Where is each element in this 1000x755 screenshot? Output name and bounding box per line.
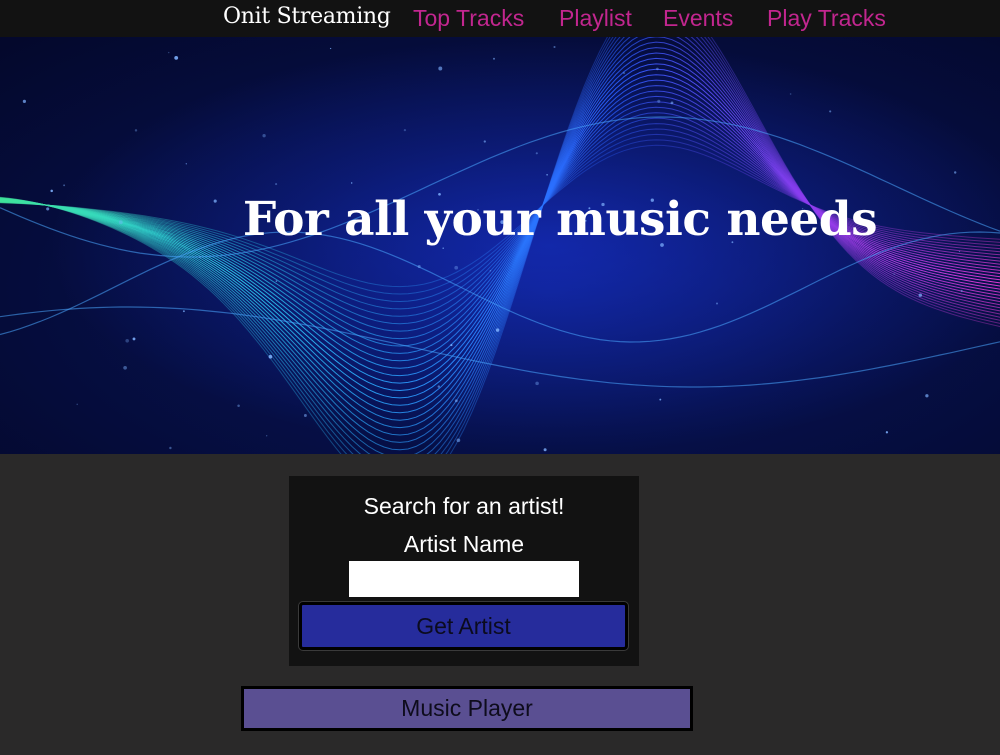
sparkle-dot (622, 71, 626, 75)
sparkle-dot (546, 173, 548, 176)
sparkle-dot (303, 414, 307, 417)
sparkle-dot (417, 264, 421, 269)
sparkle-dot (237, 404, 240, 407)
sparkle-dot (199, 255, 202, 259)
sparkle-dot (266, 435, 268, 437)
hero-title: For all your music needs (242, 192, 878, 247)
sparkle-dot (22, 99, 26, 103)
sparkle-dot (132, 337, 136, 341)
sparkle-dot (456, 438, 461, 443)
search-heading: Search for an artist! (363, 493, 565, 519)
sparkle-dot (438, 66, 443, 71)
nav-link-events[interactable]: Events (663, 5, 733, 32)
nav-link-play-tracks[interactable]: Play Tracks (767, 5, 886, 32)
sparkle-dot (403, 128, 407, 132)
sparkle-dot (535, 381, 539, 386)
sparkle-dot (829, 110, 832, 113)
sparkle-dot (167, 51, 170, 54)
sparkle-dot (134, 129, 138, 132)
sparkle-dot (76, 403, 78, 406)
artist-name-label: Artist Name (403, 531, 525, 557)
sparkle-dot (657, 99, 661, 103)
sparkle-dot (450, 344, 453, 347)
sparkle-dot (489, 270, 492, 272)
sparkle-dot (893, 273, 895, 275)
sparkle-dot (659, 398, 662, 401)
music-player-button[interactable]: Music Player (241, 686, 693, 731)
navbar: Onit Streaming Top Tracks Playlist Event… (0, 0, 1000, 37)
artist-search-panel: Search for an artist! Artist Name Get Ar… (289, 476, 639, 666)
sparkle-dot (885, 431, 889, 434)
sparkle-dot (169, 446, 172, 450)
sparkle-dot (483, 140, 486, 143)
sparkle-dot (495, 328, 500, 332)
sparkle-dot (716, 302, 718, 305)
sparkle-dot (960, 289, 963, 293)
sparkle-dot (329, 47, 332, 50)
brand-name[interactable]: Onit Streaming (223, 4, 391, 29)
sparkle-dot (275, 183, 278, 186)
sparkle-dot (553, 45, 556, 49)
hero-banner: For all your music needs (0, 37, 1000, 454)
sparkle-dot (350, 182, 353, 184)
sparkle-dot (123, 365, 127, 370)
sparkle-dot (958, 250, 961, 253)
sparkle-dot (268, 354, 273, 359)
sparkle-dot (275, 280, 278, 282)
sparkle-dot (262, 134, 266, 138)
sparkle-dot (656, 67, 659, 71)
sparkle-dot (174, 55, 179, 60)
sparkle-dot (125, 339, 129, 343)
sparkle-dot (953, 171, 957, 174)
nav-link-top-tracks[interactable]: Top Tracks (413, 5, 524, 32)
artist-name-input[interactable] (349, 561, 579, 597)
nav-link-playlist[interactable]: Playlist (559, 5, 632, 32)
sparkle-dot (493, 57, 495, 60)
sparkle-dot (918, 293, 923, 297)
sparkle-dot (437, 385, 441, 388)
sparkle-dot (670, 101, 674, 105)
sparkle-dot (454, 265, 459, 270)
sparkle-dot (543, 448, 547, 452)
sparkle-dot (925, 394, 929, 398)
sparkle-dot (789, 93, 792, 95)
sparkle-dot (185, 163, 187, 165)
sparkle-dot (454, 399, 458, 403)
get-artist-button[interactable]: Get Artist (299, 602, 628, 650)
sparkle-dot (535, 152, 538, 155)
sparkle-dot (182, 310, 185, 313)
sparkle-dot (63, 184, 66, 187)
sparkle-dot (442, 247, 444, 249)
